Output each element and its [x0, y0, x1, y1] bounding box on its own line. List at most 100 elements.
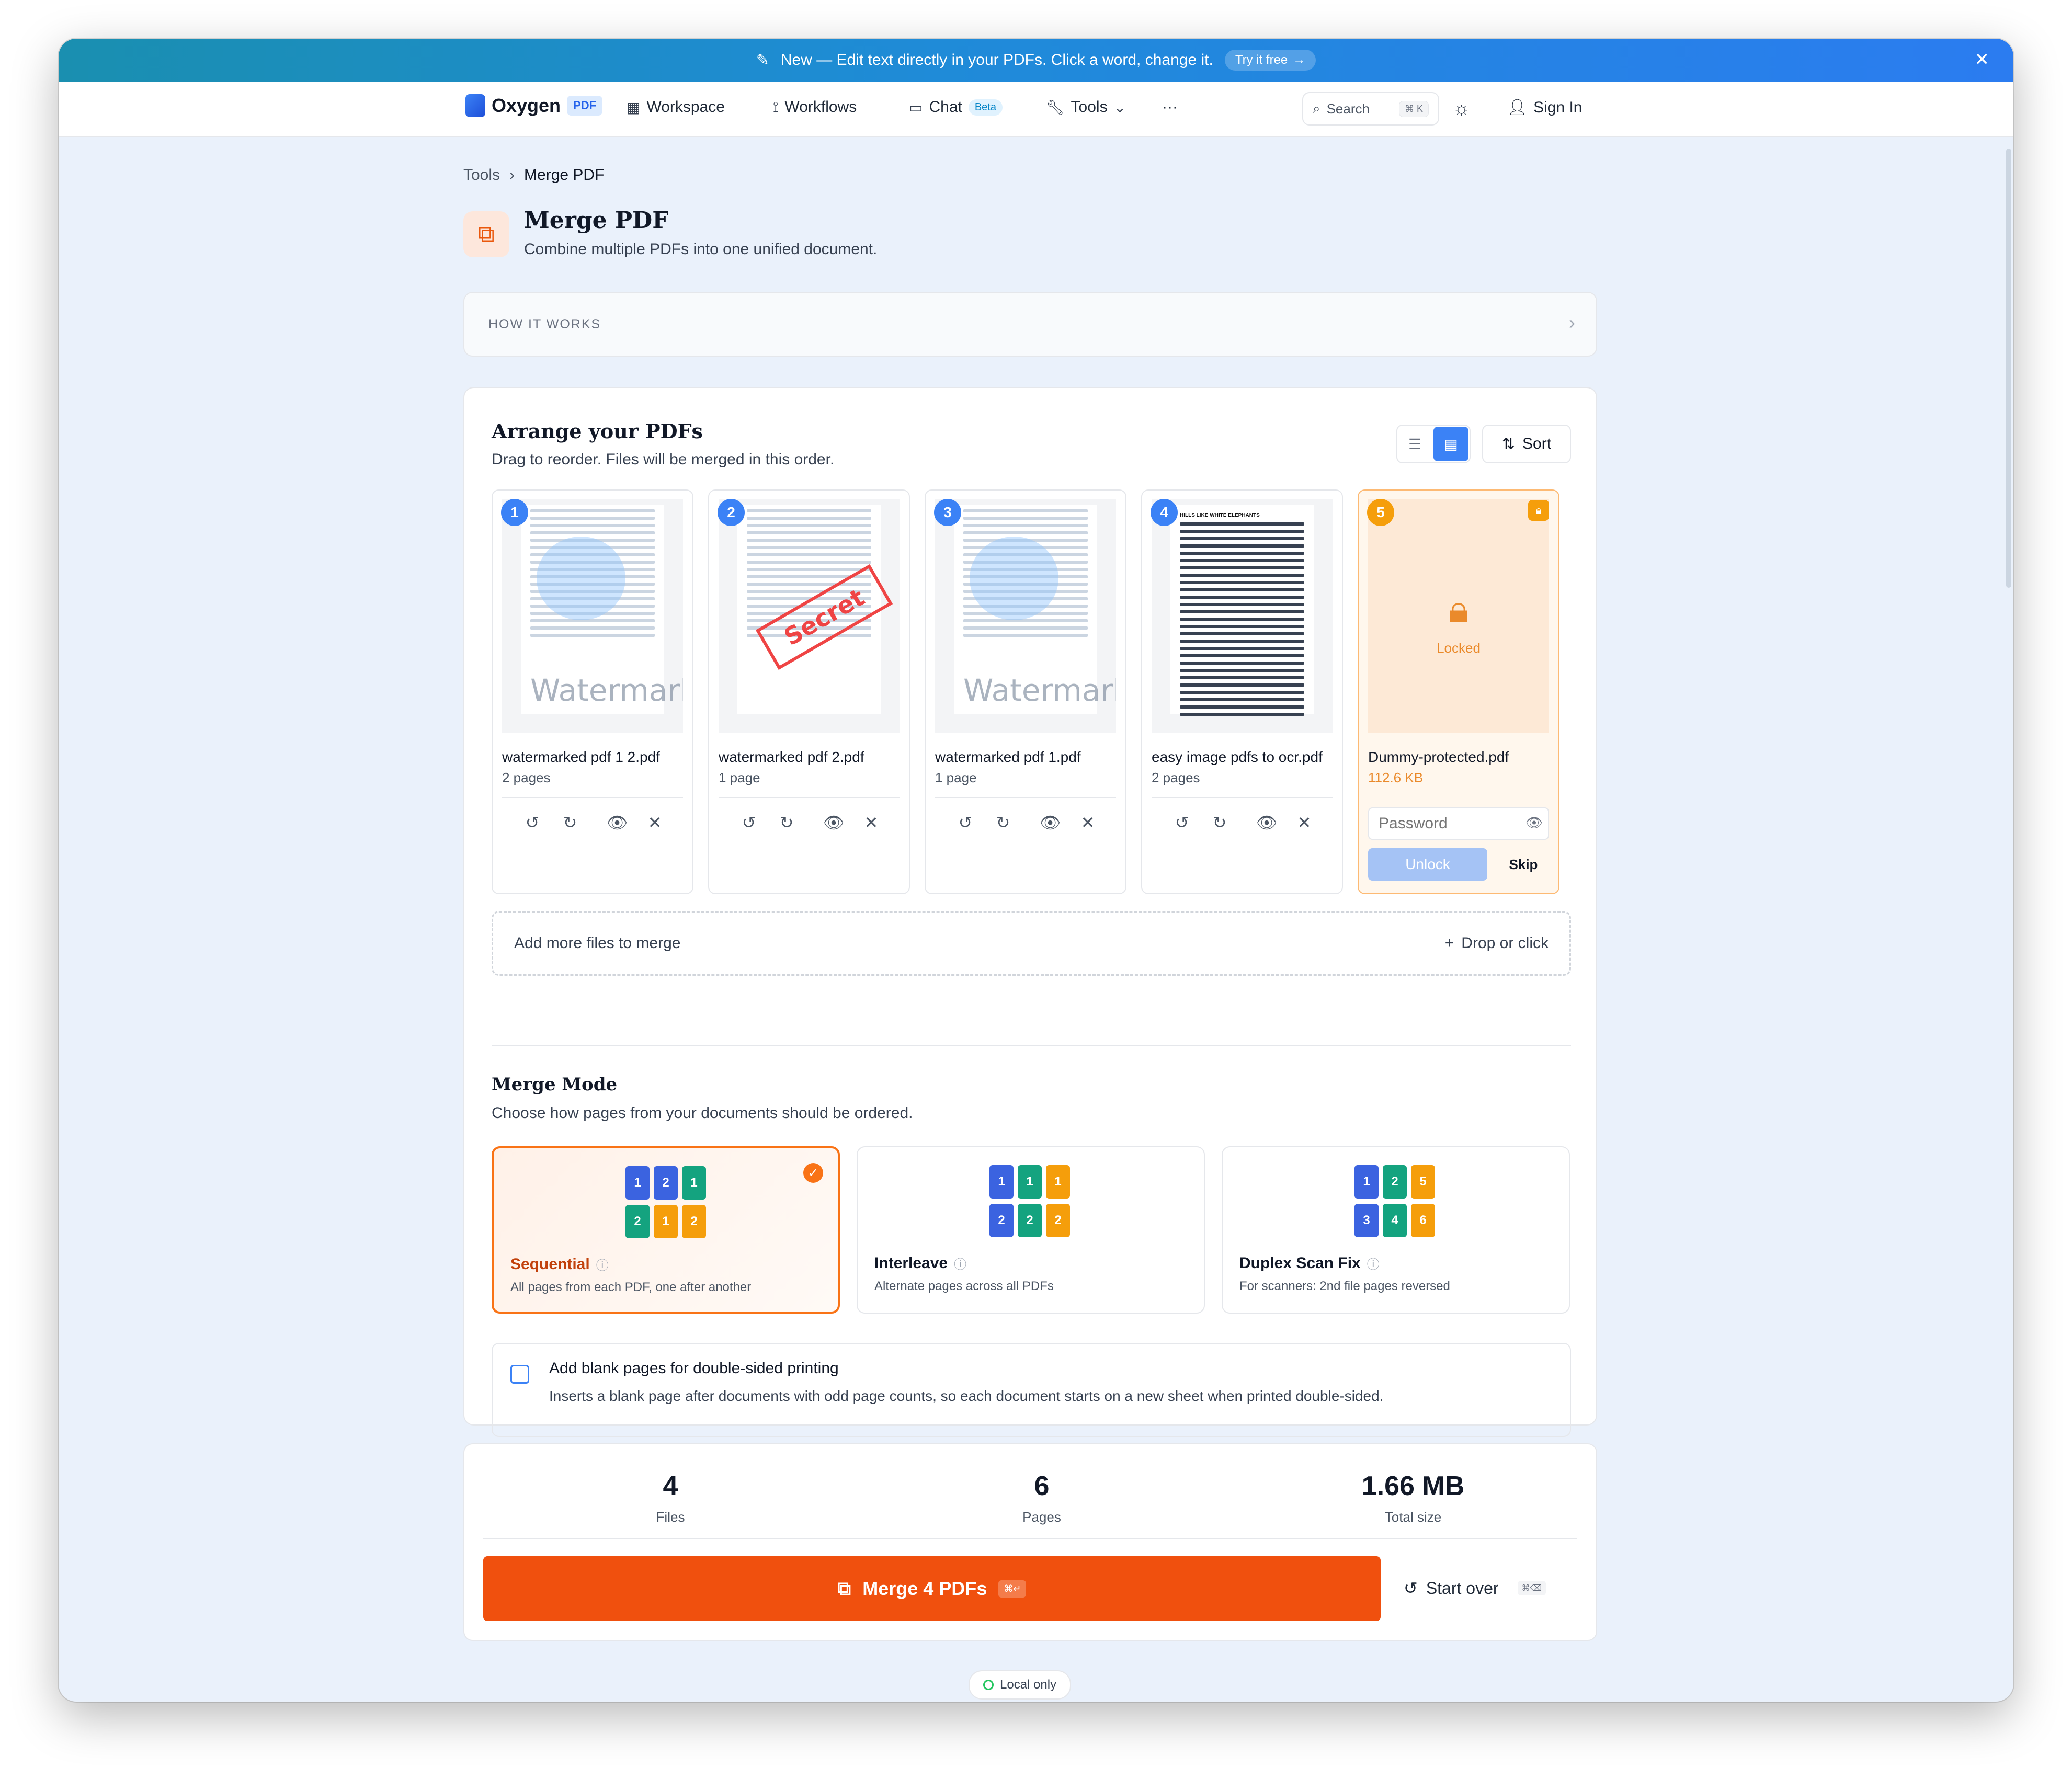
page-tile: 2 — [654, 1166, 678, 1200]
scrollbar[interactable] — [2006, 149, 2011, 588]
mode-sequential[interactable]: ✓ 1 2 1 2 1 2 Sequential ⓘ All pages fro… — [492, 1146, 840, 1314]
file-actions: ↺ ↻ 👁︎ ✕ — [947, 813, 1107, 833]
sort-button[interactable]: ⇅ Sort — [1482, 425, 1571, 463]
page-tile: 3 — [1354, 1204, 1379, 1237]
nav-chat[interactable]: ▭ Chat Beta — [909, 98, 1003, 116]
file-name: watermarked pdf 2.pdf — [719, 749, 864, 765]
mode-name: Interleave ⓘ — [874, 1254, 966, 1272]
shield-icon — [983, 1680, 994, 1690]
thumbnail-page: HILLS LIKE WHITE ELEPHANTS — [1170, 505, 1314, 716]
mode-duplex-scan-fix[interactable]: 1 2 5 3 4 6 Duplex Scan Fix ⓘ For scanne… — [1222, 1146, 1570, 1314]
search-shortcut: ⌘ K — [1398, 100, 1429, 117]
page-tile: 1 — [1354, 1165, 1379, 1199]
file-card[interactable]: 2 Secret watermarked pdf 2.pdf 1 page ↺ … — [708, 489, 910, 894]
rotate-right-icon[interactable]: ↻ — [768, 813, 805, 833]
start-over-button[interactable]: ↺ Start over ⌘⌫ — [1404, 1578, 1546, 1598]
file-actions: ↺ ↻ 👁︎ ✕ — [730, 813, 890, 833]
rotate-left-icon[interactable]: ↺ — [514, 813, 551, 833]
rotate-right-icon[interactable]: ↻ — [1201, 813, 1238, 833]
page-tile: 1 — [625, 1166, 650, 1200]
blank-pages-checkbox[interactable] — [510, 1365, 529, 1384]
show-password-eye-icon[interactable]: 👁︎ — [1525, 815, 1543, 831]
card-divider — [935, 797, 1116, 798]
preview-eye-icon[interactable]: 👁︎ — [1248, 813, 1285, 833]
wrench-icon: 🔧︎ — [1046, 99, 1065, 116]
list-view-icon[interactable]: ☰ — [1397, 426, 1432, 462]
password-input[interactable] — [1368, 807, 1549, 840]
page-tile: 1 — [1018, 1165, 1042, 1199]
remove-file-icon[interactable]: ✕ — [1285, 813, 1323, 833]
add-files-dropzone[interactable]: Add more files to merge + Drop or click — [492, 911, 1571, 976]
arrange-title: Arrange your PDFs — [492, 419, 703, 443]
merge-button[interactable]: ⧉ Merge 4 PDFs ⌘↵ — [483, 1556, 1381, 1621]
mode-desc: All pages from each PDF, one after anoth… — [510, 1280, 752, 1294]
sort-icon: ⇅ — [1501, 435, 1516, 453]
remove-file-icon[interactable]: ✕ — [852, 813, 890, 833]
mode-name: Duplex Scan Fix ⓘ — [1239, 1254, 1380, 1272]
rotate-right-icon[interactable]: ↻ — [551, 813, 589, 833]
more-menu-button[interactable]: ··· — [1162, 98, 1178, 116]
reset-icon: ↺ — [1404, 1579, 1418, 1598]
thumbnail-heading: HILLS LIKE WHITE ELEPHANTS — [1180, 512, 1260, 518]
lock-icon: 🔒︎ — [1448, 588, 1469, 630]
secret-stamp: Secret — [755, 564, 893, 670]
skip-button[interactable]: Skip — [1500, 848, 1547, 881]
info-icon[interactable]: ⓘ — [1367, 1254, 1380, 1272]
chevron-down-icon: ⌄ — [1113, 99, 1126, 116]
preview-eye-icon[interactable]: 👁︎ — [815, 813, 852, 833]
nav-tools[interactable]: 🔧︎ Tools ⌄ — [1046, 98, 1126, 116]
search-icon: ⌕ — [1313, 100, 1320, 116]
blank-pages-desc: Inserts a blank page after documents wit… — [549, 1388, 1384, 1404]
page-tile: 5 — [1411, 1165, 1435, 1199]
file-pages: 1 page — [719, 770, 760, 785]
brand-name: Oxygen — [492, 95, 561, 116]
grid-icon: ▦ — [627, 99, 641, 116]
info-icon[interactable]: ⓘ — [954, 1254, 966, 1272]
nav-workflows[interactable]: ⟟ Workflows — [773, 98, 857, 116]
file-card[interactable]: 3 Watermark watermarked pdf 1.pdf 1 page… — [925, 489, 1126, 894]
nav-workspace[interactable]: ▦ Workspace — [627, 98, 725, 116]
breadcrumb-tools[interactable]: Tools — [463, 166, 500, 184]
locked-file-card[interactable]: 5 🔒︎ Locked 🔒︎ Dummy-protected.pdf 112.6… — [1358, 489, 1559, 894]
close-icon[interactable]: ✕ — [1975, 49, 1990, 70]
rotate-right-icon[interactable]: ↻ — [984, 813, 1022, 833]
sign-in-button[interactable]: 👤︎ Sign In — [1507, 98, 1583, 117]
file-card[interactable]: 1 Watermark watermarked pdf 1 2.pdf 2 pa… — [492, 489, 693, 894]
order-badge: 5 — [1367, 499, 1394, 526]
mode-interleave[interactable]: 1 1 1 2 2 2 Interleave ⓘ Alternate pages… — [857, 1146, 1205, 1314]
watermark-logo-image — [970, 537, 1058, 620]
arrow-right-icon: → — [1293, 53, 1306, 67]
page-tile: 2 — [989, 1204, 1014, 1237]
nav-workflows-label: Workflows — [784, 98, 857, 116]
blank-pages-option[interactable]: Add blank pages for double-sided printin… — [492, 1343, 1571, 1437]
card-divider — [502, 797, 683, 798]
preview-eye-icon[interactable]: 👁︎ — [1031, 813, 1069, 833]
try-it-free-button[interactable]: Try it free → — [1224, 50, 1316, 71]
search-button[interactable]: ⌕ Search ⌘ K — [1302, 92, 1439, 126]
brand-logo-link[interactable]: Oxygen PDF — [465, 94, 603, 117]
lock-badge-icon: 🔒︎ — [1528, 500, 1549, 521]
rotate-left-icon[interactable]: ↺ — [730, 813, 768, 833]
grid-view-icon[interactable]: ▦ — [1433, 427, 1468, 461]
theme-toggle-sun-icon[interactable]: ☼ — [1453, 97, 1470, 119]
file-card[interactable]: 4 HILLS LIKE WHITE ELEPHANTS easy image … — [1141, 489, 1343, 894]
cta-label: Try it free — [1235, 53, 1288, 67]
info-icon[interactable]: ⓘ — [596, 1255, 609, 1273]
page-tile: 6 — [1411, 1204, 1435, 1237]
preview-eye-icon[interactable]: 👁︎ — [598, 813, 636, 833]
mode-name: Sequential ⓘ — [510, 1255, 609, 1273]
locked-label: Locked — [1437, 640, 1481, 656]
rotate-left-icon[interactable]: ↺ — [947, 813, 984, 833]
dropzone-label: Add more files to merge — [514, 934, 681, 952]
nav-workspace-label: Workspace — [646, 98, 725, 116]
merge-button-label: Merge 4 PDFs — [862, 1578, 987, 1599]
rotate-left-icon[interactable]: ↺ — [1163, 813, 1201, 833]
unlock-button[interactable]: Unlock — [1368, 848, 1487, 881]
check-icon: ✓ — [803, 1163, 823, 1183]
remove-file-icon[interactable]: ✕ — [1069, 813, 1107, 833]
remove-file-icon[interactable]: ✕ — [636, 813, 674, 833]
sort-label: Sort — [1522, 435, 1552, 452]
stats-divider — [483, 1538, 1577, 1539]
how-it-works-accordion[interactable]: HOW IT WORKS › — [463, 292, 1597, 357]
merge-icon: ⧉ — [837, 1577, 851, 1599]
